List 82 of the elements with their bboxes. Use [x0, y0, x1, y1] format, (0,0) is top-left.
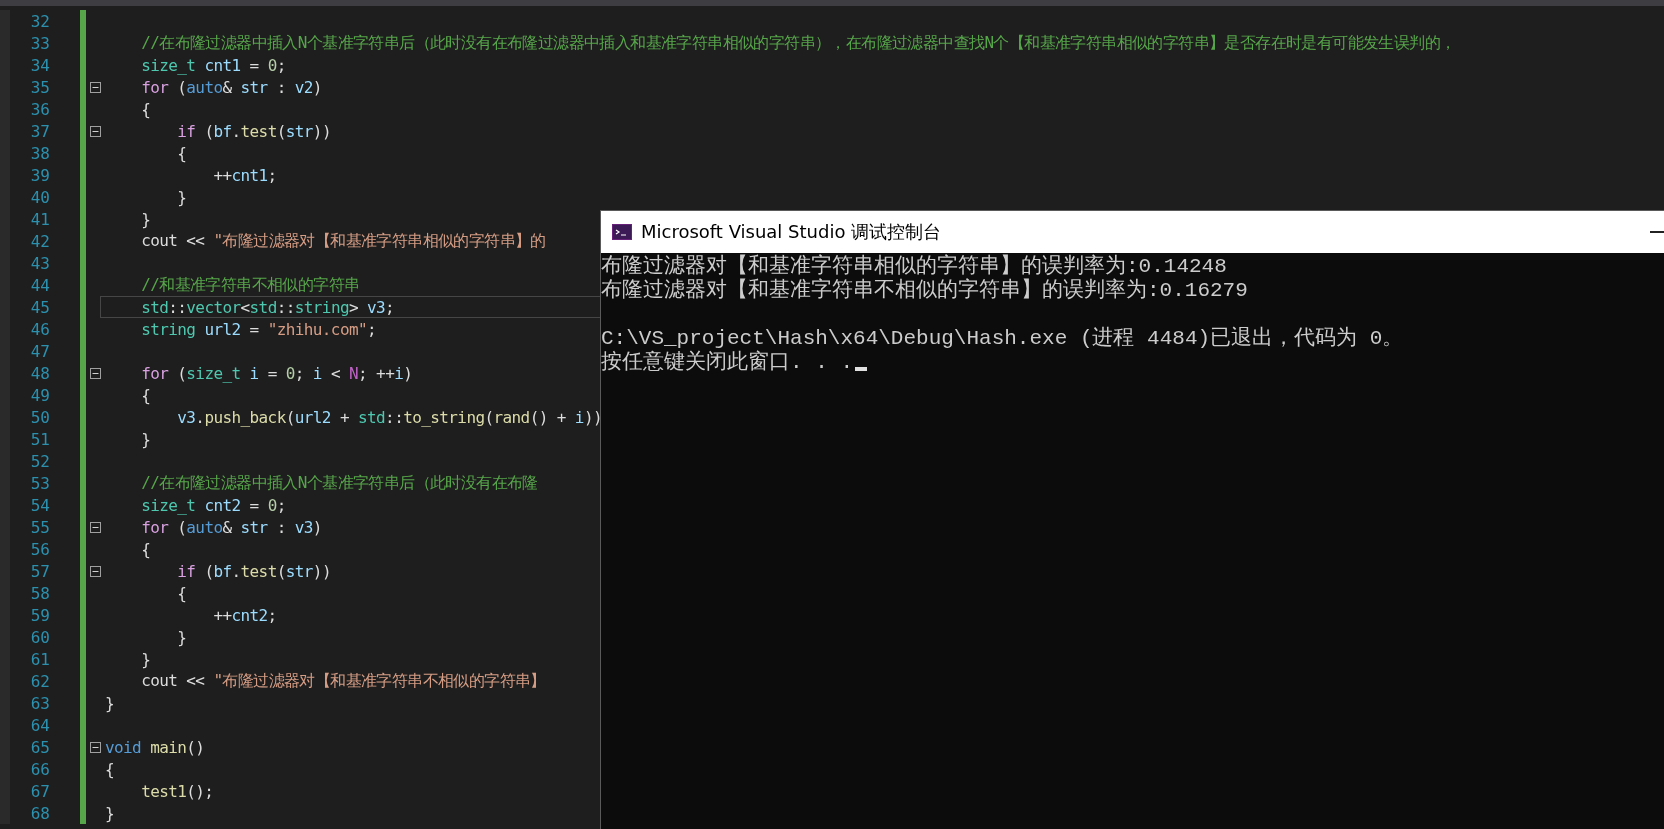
line-number: 35: [29, 77, 50, 97]
code-line: }: [140, 649, 151, 669]
line-number: 66: [29, 759, 50, 779]
collapse-icon[interactable]: [90, 521, 101, 533]
code-line: //在布隆过滤器中插入N个基准字符串后（此时没有在布隆: [140, 472, 538, 494]
line-number: 34: [29, 55, 50, 75]
code-line: cout << "布隆过滤器对【和基准字符串相似的字符串】的: [140, 230, 546, 252]
collapse-icon[interactable]: [90, 367, 101, 379]
console-line: 布隆过滤器对【和基准字符串相似的字符串】的误判率为:0.14248: [601, 255, 1227, 278]
code-line: v3.push_back(url2 + std::to_string(rand() + i)): [176, 407, 602, 427]
code-line: ++cnt2;: [212, 605, 277, 625]
code-line: }: [105, 803, 115, 823]
collapse-icon[interactable]: [90, 81, 101, 93]
code-line: string url2 = "zhihu.com";: [140, 319, 377, 339]
line-number: 59: [29, 605, 50, 625]
line-number: 57: [29, 561, 50, 581]
code-line: cout << "布隆过滤器对【和基准字符串不相似的字符串】: [140, 670, 546, 692]
code-line: void main(): [105, 737, 205, 757]
line-number: 50: [29, 407, 50, 427]
code-line: for (auto& str : v3): [140, 517, 322, 537]
line-number: 56: [29, 539, 50, 559]
code-line: for (auto& str : v2): [140, 77, 322, 97]
code-line: size_t cnt1 = 0;: [140, 55, 286, 75]
line-number: 52: [29, 451, 50, 471]
line-number: 61: [29, 649, 50, 669]
console-line: 按任意键关闭此窗口. . .: [601, 351, 853, 375]
line-number: 63: [29, 693, 50, 713]
code-line: {: [140, 385, 151, 405]
line-number: 46: [29, 319, 50, 339]
code-line: size_t cnt2 = 0;: [140, 495, 286, 515]
code-line: test1();: [140, 781, 214, 801]
line-number: 33: [29, 33, 50, 53]
line-number: 37: [29, 121, 50, 141]
code-line: if (bf.test(str)): [176, 121, 331, 141]
line-number: 67: [29, 781, 50, 801]
line-number: 39: [29, 165, 50, 185]
line-number: 45: [29, 297, 50, 317]
line-number: 32: [29, 11, 50, 31]
line-number: 68: [29, 803, 50, 823]
text-cursor: [855, 367, 867, 371]
line-number: 47: [29, 341, 50, 361]
line-number: 38: [29, 143, 50, 163]
code-line: {: [176, 583, 187, 603]
line-number: 42: [29, 231, 50, 251]
code-line: {: [140, 99, 151, 119]
code-line: {: [105, 759, 115, 779]
line-number: 36: [29, 99, 50, 119]
console-app-icon: [611, 223, 633, 241]
code-line: }: [176, 187, 187, 207]
line-number: 64: [29, 715, 50, 735]
code-line: {: [176, 143, 187, 163]
code-line: //在布隆过滤器中插入N个基准字符串后（此时没有在布隆过滤器中插入和基准字符串相似的字符串），在布隆过滤器中查找N个【和基准字符串相似的字符串】是否存在时是有可能发生误判的，: [140, 32, 1456, 54]
line-number: 43: [29, 253, 50, 273]
line-number: 55: [29, 517, 50, 537]
line-number: 51: [29, 429, 50, 449]
collapse-icon[interactable]: [90, 741, 101, 753]
code-line: if (bf.test(str)): [176, 561, 331, 581]
collapse-icon[interactable]: [90, 125, 101, 137]
window-title: Microsoft Visual Studio 调试控制台: [641, 220, 942, 244]
line-number: 65: [29, 737, 50, 757]
code-line: {: [140, 539, 151, 559]
line-number: 53: [29, 473, 50, 493]
code-line: for (size_t i = 0; i < N; ++i): [140, 363, 413, 383]
line-number: 44: [29, 275, 50, 295]
code-line: }: [140, 209, 151, 229]
code-line: }: [176, 627, 187, 647]
code-line: std::vector<std::string> v3;: [140, 297, 395, 317]
line-number: 60: [29, 627, 50, 647]
line-number: 58: [29, 583, 50, 603]
console-line: C:\VS_project\Hash\x64\Debug\Hash.exe (进程 4484)已退出，代码为 0。: [601, 327, 1404, 350]
line-number: 40: [29, 187, 50, 207]
code-line: }: [140, 429, 151, 449]
line-number: 48: [29, 363, 50, 383]
line-number: 62: [29, 671, 50, 691]
console-line: 布隆过滤器对【和基准字符串不相似的字符串】的误判率为:0.16279: [601, 279, 1248, 303]
line-number: 54: [29, 495, 50, 515]
collapse-icon[interactable]: [90, 565, 101, 577]
line-number: 49: [29, 385, 50, 405]
code-line: }: [105, 693, 115, 713]
code-line: ++cnt1;: [212, 165, 277, 185]
line-number: 41: [29, 209, 50, 229]
code-line: //和基准字符串不相似的字符串: [140, 274, 360, 296]
